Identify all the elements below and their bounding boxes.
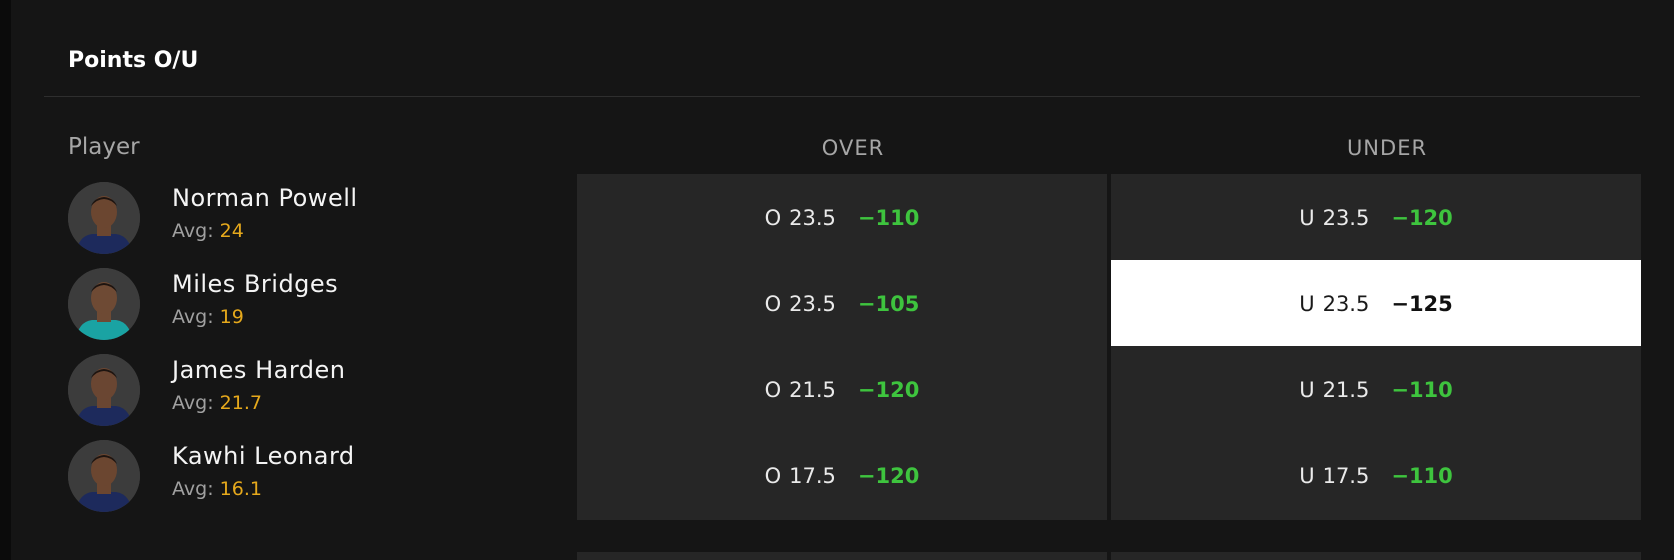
over-side-label: O xyxy=(764,292,782,316)
title-divider xyxy=(44,96,1640,97)
player-row: Miles Bridges Avg: 19 O 23.5 −105 U 23.5… xyxy=(11,260,1674,348)
avg-value: 19 xyxy=(219,306,244,328)
player-headshot-icon xyxy=(68,440,140,512)
over-price: −110 xyxy=(857,206,920,230)
under-price: −125 xyxy=(1391,292,1453,316)
player-name: Miles Bridges xyxy=(172,270,339,298)
player-row: Kawhi Leonard Avg: 16.1 O 17.5 −120 U 17… xyxy=(11,432,1674,520)
under-price: −120 xyxy=(1391,206,1453,230)
over-odds-button[interactable]: O 23.5 −105 xyxy=(577,260,1107,348)
player-headshot-icon xyxy=(68,268,140,340)
over-line: 23.5 xyxy=(789,206,836,230)
under-side-label: U xyxy=(1299,464,1315,488)
under-price: −110 xyxy=(1391,464,1453,488)
over-side-label: O xyxy=(764,464,782,488)
player-avatar xyxy=(68,354,140,426)
over-price: −120 xyxy=(857,464,920,488)
over-side-label: O xyxy=(764,378,782,402)
avg-label: Avg: xyxy=(172,306,214,328)
under-line: 17.5 xyxy=(1322,464,1370,488)
column-header-under: UNDER xyxy=(1346,136,1428,160)
avg-value: 24 xyxy=(219,220,244,242)
player-avatar xyxy=(68,440,140,512)
player-name: James Harden xyxy=(172,356,346,384)
player-headshot-icon xyxy=(68,182,140,254)
player-headshot-icon xyxy=(68,354,140,426)
over-line: 17.5 xyxy=(789,464,836,488)
under-line: 23.5 xyxy=(1322,206,1370,230)
column-header-over: OVER xyxy=(821,136,885,160)
player-name: Norman Powell xyxy=(172,184,358,212)
over-line: 23.5 xyxy=(789,292,836,316)
over-odds-button[interactable]: O 17.5 −120 xyxy=(577,432,1107,520)
player-row: Norman Powell Avg: 24 O 23.5 −110 U 23.5… xyxy=(11,174,1674,262)
under-odds-button[interactable]: U 21.5 −110 xyxy=(1111,346,1641,434)
player-avatar xyxy=(68,268,140,340)
over-price: −105 xyxy=(857,292,920,316)
player-avatar xyxy=(68,182,140,254)
next-row-under-peek xyxy=(1111,552,1641,560)
under-odds-button-selected[interactable]: U 23.5 −125 xyxy=(1111,260,1641,348)
points-ou-panel: Points O/U Player OVER UNDER Norman Powe… xyxy=(11,0,1674,560)
player-average: Avg: 19 xyxy=(172,306,244,328)
under-odds-button[interactable]: U 17.5 −110 xyxy=(1111,432,1641,520)
column-header-player: Player xyxy=(68,134,140,160)
market-title: Points O/U xyxy=(68,48,199,73)
avg-value: 21.7 xyxy=(219,392,262,414)
under-side-label: U xyxy=(1299,206,1315,230)
player-average: Avg: 21.7 xyxy=(172,392,262,414)
avg-label: Avg: xyxy=(172,220,214,242)
over-line: 21.5 xyxy=(789,378,836,402)
avg-value: 16.1 xyxy=(219,478,262,500)
under-side-label: U xyxy=(1299,378,1315,402)
avg-label: Avg: xyxy=(172,478,214,500)
under-line: 23.5 xyxy=(1322,292,1370,316)
next-row-over-peek xyxy=(577,552,1107,560)
under-side-label: U xyxy=(1299,292,1315,316)
player-average: Avg: 16.1 xyxy=(172,478,262,500)
over-odds-button[interactable]: O 21.5 −120 xyxy=(577,346,1107,434)
over-odds-button[interactable]: O 23.5 −110 xyxy=(577,174,1107,262)
under-odds-button[interactable]: U 23.5 −120 xyxy=(1111,174,1641,262)
player-average: Avg: 24 xyxy=(172,220,244,242)
over-price: −120 xyxy=(857,378,920,402)
player-row: James Harden Avg: 21.7 O 21.5 −120 U 21.… xyxy=(11,346,1674,434)
over-side-label: O xyxy=(764,206,782,230)
avg-label: Avg: xyxy=(172,392,214,414)
player-name: Kawhi Leonard xyxy=(172,442,355,470)
under-line: 21.5 xyxy=(1322,378,1370,402)
under-price: −110 xyxy=(1391,378,1453,402)
